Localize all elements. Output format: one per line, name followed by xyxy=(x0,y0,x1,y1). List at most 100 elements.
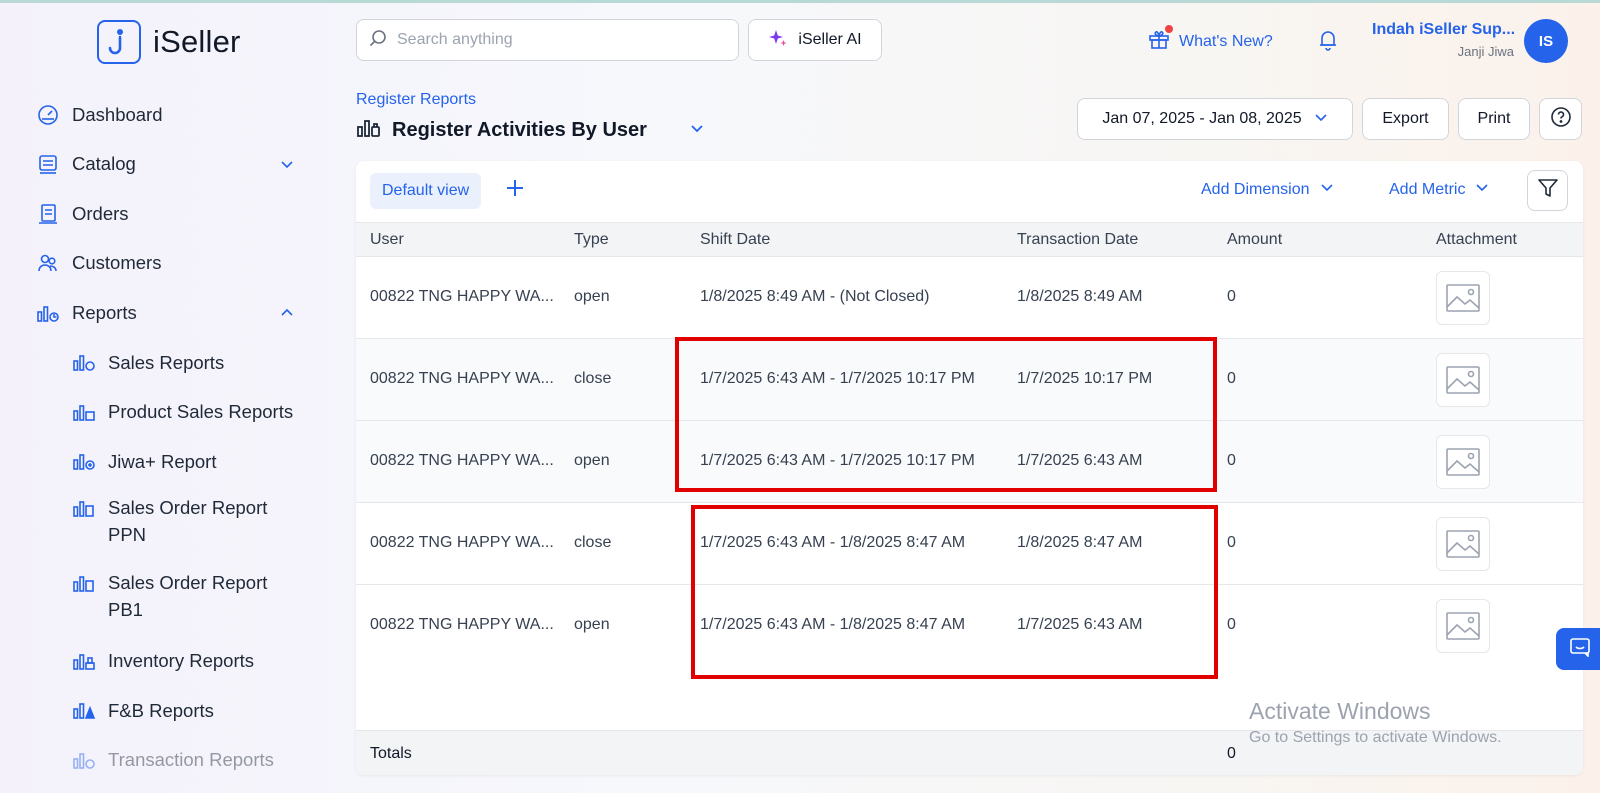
report-chart-icon xyxy=(72,748,96,772)
image-placeholder-icon[interactable] xyxy=(1436,435,1490,489)
report-card: Default view Add Dimension Add Metric Us… xyxy=(356,161,1583,775)
search-icon xyxy=(369,29,387,52)
sidebar-sub-inventory-reports[interactable]: Inventory Reports xyxy=(72,636,306,686)
image-placeholder-icon[interactable] xyxy=(1436,517,1490,571)
cell-user: 00822 TNG HAPPY WA... xyxy=(370,616,554,633)
sidebar-nav: Dashboard Catalog Orders Customers Repor… xyxy=(36,90,306,785)
cell-transaction-date: 1/7/2025 6:43 AM xyxy=(1017,452,1143,469)
sidebar-sub-transaction-reports[interactable]: Transaction Reports xyxy=(72,735,306,785)
cell-amount: 0 xyxy=(1227,534,1236,551)
whats-new-link[interactable]: What's New? xyxy=(1148,25,1273,55)
sidebar-sub-sales-order-pb1[interactable]: Sales Order Report PB1 xyxy=(72,561,306,636)
report-chart-icon xyxy=(72,649,96,673)
date-range-picker[interactable]: Jan 07, 2025 - Jan 08, 2025 xyxy=(1077,98,1353,140)
add-view-icon[interactable] xyxy=(504,177,526,204)
search-box[interactable] xyxy=(356,19,739,61)
avatar[interactable]: IS xyxy=(1524,19,1568,63)
sidebar-item-reports[interactable]: Reports xyxy=(36,288,306,338)
cell-user: 00822 TNG HAPPY WA... xyxy=(370,534,554,551)
activate-windows-watermark: Activate Windows Go to Settings to activ… xyxy=(1249,698,1502,747)
sidebar-item-label: Customers xyxy=(72,252,162,274)
notification-dot xyxy=(1165,25,1173,33)
help-icon xyxy=(1550,106,1572,133)
reports-icon xyxy=(36,301,60,325)
chat-widget-button[interactable] xyxy=(1556,628,1600,670)
sidebar-item-customers[interactable]: Customers xyxy=(36,239,306,289)
cell-type: open xyxy=(574,288,610,305)
cell-transaction-date: 1/8/2025 8:47 AM xyxy=(1017,534,1143,551)
chevron-up-icon[interactable] xyxy=(280,306,294,325)
cell-type: open xyxy=(574,452,610,469)
cell-type: open xyxy=(574,616,610,633)
app-logo[interactable]: iSeller xyxy=(97,20,241,64)
column-header-amount[interactable]: Amount xyxy=(1227,231,1282,249)
filter-icon xyxy=(1537,177,1559,204)
sidebar-item-label: Jiwa+ Report xyxy=(108,450,217,472)
search-input[interactable] xyxy=(397,31,717,49)
sidebar-item-label: Transaction Reports xyxy=(108,749,274,771)
cell-amount: 0 xyxy=(1227,370,1236,387)
image-placeholder-icon[interactable] xyxy=(1436,353,1490,407)
cell-shift-date: 1/7/2025 6:43 AM - 1/8/2025 8:47 AM xyxy=(700,534,966,551)
report-chart-icon xyxy=(72,496,96,520)
dashboard-icon xyxy=(36,103,60,127)
sidebar-item-label: Catalog xyxy=(72,153,136,175)
table-row[interactable]: 00822 TNG HAPPY WA... open 1/8/2025 8:49… xyxy=(356,257,1583,339)
column-header-shift-date[interactable]: Shift Date xyxy=(700,231,770,249)
user-store: Janji Jiwa xyxy=(1457,44,1514,59)
column-header-user[interactable]: User xyxy=(370,231,404,249)
help-button[interactable] xyxy=(1539,98,1582,140)
sidebar-item-label: Inventory Reports xyxy=(108,650,255,672)
bell-icon[interactable] xyxy=(1318,29,1338,56)
sidebar-sub-sales-reports[interactable]: Sales Reports xyxy=(72,338,306,388)
app-name: iSeller xyxy=(153,24,241,59)
sidebar-item-label: Orders xyxy=(72,202,129,224)
table-row[interactable]: 00822 TNG HAPPY WA... close 1/7/2025 6:4… xyxy=(356,503,1583,585)
sidebar-sub-product-sales-reports[interactable]: Product Sales Reports xyxy=(72,387,306,437)
chevron-down-icon xyxy=(1320,180,1334,199)
reports-submenu: Sales Reports Product Sales Reports Jiwa… xyxy=(36,338,306,785)
cell-user: 00822 TNG HAPPY WA... xyxy=(370,452,554,469)
column-header-attachment[interactable]: Attachment xyxy=(1436,231,1517,249)
user-name[interactable]: Indah iSeller Sup... xyxy=(1372,21,1514,39)
cell-shift-date: 1/7/2025 6:43 AM - 1/8/2025 8:47 AM xyxy=(700,616,966,633)
sidebar-item-dashboard[interactable]: Dashboard xyxy=(36,90,306,140)
export-button[interactable]: Export xyxy=(1362,98,1449,140)
table-row[interactable]: 00822 TNG HAPPY WA... open 1/7/2025 6:43… xyxy=(356,421,1583,503)
column-header-transaction-date[interactable]: Transaction Date xyxy=(1017,231,1138,249)
breadcrumb[interactable]: Register Reports xyxy=(356,91,476,109)
cell-shift-date: 1/8/2025 8:49 AM - (Not Closed) xyxy=(700,288,930,305)
image-placeholder-icon[interactable] xyxy=(1436,271,1490,325)
top-accent-line xyxy=(0,0,1600,3)
report-toolbar: Default view Add Dimension Add Metric xyxy=(356,161,1583,222)
cell-type: close xyxy=(574,370,612,387)
whats-new-label: What's New? xyxy=(1179,32,1273,50)
iseller-ai-button[interactable]: iSeller AI xyxy=(748,19,882,61)
column-header-type[interactable]: Type xyxy=(574,231,609,249)
cell-transaction-date: 1/7/2025 6:43 AM xyxy=(1017,616,1143,633)
report-chart-icon xyxy=(72,400,96,424)
add-dimension-button[interactable]: Add Dimension xyxy=(1201,180,1334,199)
report-icon xyxy=(356,117,382,144)
table-row[interactable]: 00822 TNG HAPPY WA... open 1/7/2025 6:43… xyxy=(356,585,1583,667)
cell-shift-date: 1/7/2025 6:43 AM - 1/7/2025 10:17 PM xyxy=(700,370,975,387)
add-metric-label: Add Metric xyxy=(1389,180,1466,198)
sidebar-item-orders[interactable]: Orders xyxy=(36,189,306,239)
chevron-down-icon[interactable] xyxy=(280,157,294,176)
report-chart-icon xyxy=(72,571,96,595)
default-view-tab[interactable]: Default view xyxy=(370,173,482,209)
table-row[interactable]: 00822 TNG HAPPY WA... close 1/7/2025 6:4… xyxy=(356,339,1583,421)
sidebar-sub-fnb-reports[interactable]: F&B Reports xyxy=(72,686,306,736)
watermark-line2: Go to Settings to activate Windows. xyxy=(1249,729,1502,746)
add-metric-button[interactable]: Add Metric xyxy=(1389,180,1489,199)
sidebar-sub-sales-order-ppn[interactable]: Sales Order Report PPN xyxy=(72,486,306,561)
chevron-down-icon[interactable] xyxy=(689,120,705,141)
sidebar-item-catalog[interactable]: Catalog xyxy=(36,140,306,190)
print-button[interactable]: Print xyxy=(1458,98,1530,140)
filter-button[interactable] xyxy=(1527,170,1568,211)
image-placeholder-icon[interactable] xyxy=(1436,599,1490,653)
orders-icon xyxy=(36,202,60,226)
sidebar-item-label: Product Sales Reports xyxy=(108,401,294,423)
sidebar-sub-jiwa-report[interactable]: Jiwa+ Report xyxy=(72,437,306,487)
date-range-label: Jan 07, 2025 - Jan 08, 2025 xyxy=(1102,110,1302,127)
